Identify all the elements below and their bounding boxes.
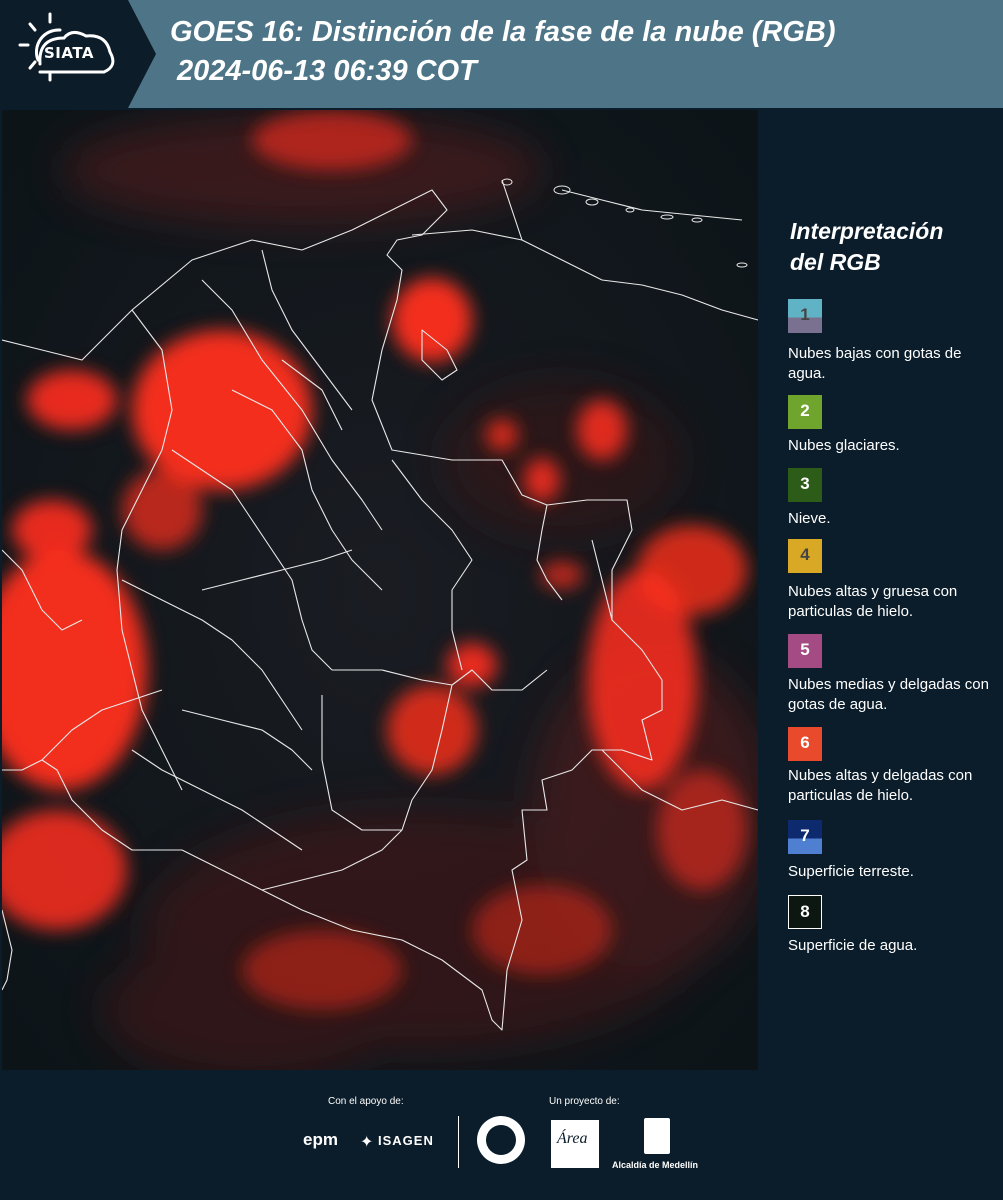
legend-label-8: Superficie de agua. bbox=[788, 937, 918, 954]
alcaldia-shield-icon bbox=[644, 1118, 670, 1154]
legend-swatch-8: 8 bbox=[788, 895, 822, 929]
legend-swatch-3: 3 bbox=[788, 468, 822, 502]
legend-title-line2: del RGB bbox=[790, 249, 881, 275]
footer-divider bbox=[458, 1116, 459, 1168]
siata-logo: SIATA bbox=[0, 0, 128, 108]
support-label: Con el apoyo de: bbox=[328, 1096, 404, 1107]
page-timestamp: 2024-06-13 06:39 COT bbox=[177, 55, 477, 87]
alcaldia-label: Alcaldía de Medellín bbox=[612, 1160, 699, 1170]
legend-label-2: Nubes glaciares. bbox=[788, 437, 900, 454]
legend-label-7: Superficie terreste. bbox=[788, 863, 914, 880]
legend-title-line1: Interpretación bbox=[790, 218, 944, 244]
legend-label-1: Nubes bajas con gotas de agua. bbox=[788, 345, 962, 382]
area-metropolitana-logo: Área bbox=[551, 1120, 599, 1168]
logo-arrow bbox=[128, 0, 156, 108]
siata-logo-text: SIATA bbox=[44, 44, 95, 62]
swatch-number: 7 bbox=[800, 826, 810, 845]
footer: Con el apoyo de: Un proyecto de: epm ✦ I… bbox=[0, 1070, 1003, 1200]
isagen-logo: ISAGEN bbox=[378, 1133, 434, 1148]
area-logo-text: Área bbox=[557, 1130, 588, 1147]
project-label: Un proyecto de: bbox=[549, 1096, 620, 1107]
legend-panel: Interpretación del RGB 1 Nubes bajas con… bbox=[770, 110, 1003, 1070]
swatch-number: 8 bbox=[800, 902, 810, 921]
satellite-image bbox=[2, 110, 758, 1070]
legend-swatch-6: 6 bbox=[788, 727, 822, 761]
page-title: GOES 16: Distinción de la fase de la nub… bbox=[170, 16, 836, 48]
swatch-number: 6 bbox=[800, 733, 810, 752]
legend-swatch-4: 4 bbox=[788, 539, 822, 573]
legend-label-6: Nubes altas y delgadas con particulas de… bbox=[788, 767, 973, 804]
legend-swatch-7: 7 bbox=[788, 820, 822, 854]
isagen-icon: ✦ bbox=[360, 1132, 374, 1151]
legend-label-3: Nieve. bbox=[788, 510, 831, 527]
swatch-number: 2 bbox=[800, 401, 810, 420]
swatch-number: 3 bbox=[800, 474, 810, 493]
epm-logo: epm bbox=[303, 1130, 338, 1149]
satellite-map bbox=[2, 110, 758, 1070]
legend-title: Interpretación del RGB bbox=[790, 216, 990, 278]
swatch-number: 5 bbox=[800, 640, 810, 659]
swatch-number: 4 bbox=[800, 545, 810, 564]
university-seal-icon bbox=[477, 1116, 525, 1164]
legend-label-4: Nubes altas y gruesa con particulas de h… bbox=[788, 583, 958, 620]
legend-swatch-5: 5 bbox=[788, 634, 822, 668]
swatch-number: 1 bbox=[800, 305, 810, 324]
legend-label-5: Nubes medias y delgadas con gotas de agu… bbox=[788, 676, 989, 713]
legend-swatch-1: 1 bbox=[788, 299, 822, 333]
header-bar: SIATA GOES 16: Distinción de la fase de … bbox=[0, 0, 1003, 108]
legend-swatch-2: 2 bbox=[788, 395, 822, 429]
